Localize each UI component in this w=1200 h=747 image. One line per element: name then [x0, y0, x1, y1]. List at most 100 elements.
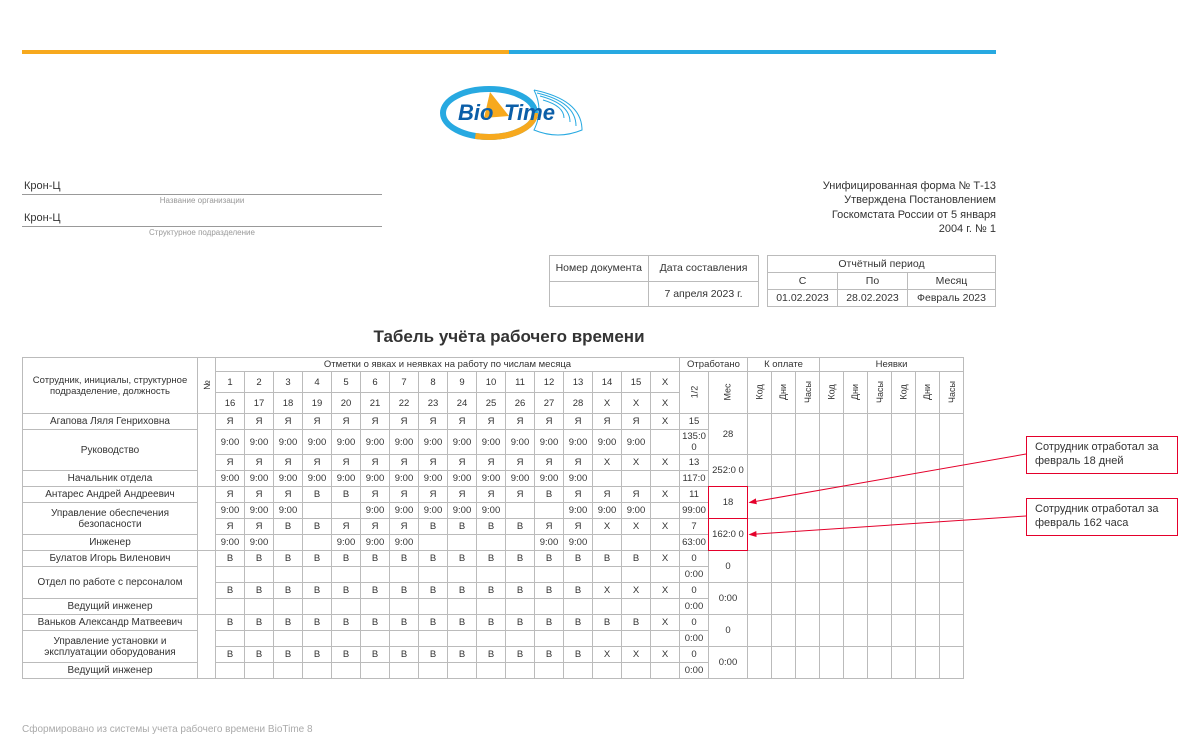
attendance-cell	[419, 663, 448, 679]
col-chasy: Часы	[868, 372, 892, 414]
attendance-cell	[564, 567, 593, 583]
attendance-cell	[274, 631, 303, 647]
attendance-cell	[216, 663, 245, 679]
attendance-cell: Я	[332, 455, 361, 471]
half-total: 117:0	[680, 471, 709, 487]
attendance-cell	[651, 631, 680, 647]
mes-hours: 252:0 0	[709, 455, 748, 487]
attendance-cell: В	[419, 519, 448, 535]
attendance-cell: 9:00	[564, 503, 593, 519]
attendance-cell: В	[216, 583, 245, 599]
col-half: 1/2	[680, 372, 709, 414]
day-header: 13	[564, 372, 593, 393]
attendance-cell: В	[535, 487, 564, 503]
biotime-logo: Bio Time	[424, 78, 594, 148]
blank-cell	[748, 551, 772, 583]
attendance-cell	[332, 631, 361, 647]
callout-days: Сотрудник отработал за февраль 18 дней	[1026, 436, 1178, 474]
day-header: 6	[361, 372, 390, 393]
attendance-cell: В	[419, 615, 448, 631]
attendance-cell	[477, 631, 506, 647]
attendance-cell: В	[390, 615, 419, 631]
blank-cell	[868, 414, 892, 455]
attendance-cell: В	[622, 615, 651, 631]
attendance-cell: X	[651, 583, 680, 599]
blank-cell	[748, 519, 772, 551]
attendance-cell	[593, 471, 622, 487]
day-header: 8	[419, 372, 448, 393]
attendance-cell: В	[303, 487, 332, 503]
attendance-cell: 9:00	[506, 471, 535, 487]
attendance-cell: 9:00	[216, 503, 245, 519]
attendance-cell	[477, 663, 506, 679]
attendance-cell: В	[245, 647, 274, 663]
attendance-cell: Я	[622, 487, 651, 503]
attendance-cell: Я	[274, 487, 303, 503]
attendance-cell	[448, 663, 477, 679]
attendance-cell	[477, 535, 506, 551]
attendance-cell: В	[535, 551, 564, 567]
half-total: 7	[680, 519, 709, 535]
attendance-cell: В	[245, 583, 274, 599]
attendance-cell: В	[332, 647, 361, 663]
attendance-cell: В	[274, 519, 303, 535]
attendance-cell: Я	[477, 414, 506, 430]
blank-cell	[892, 551, 916, 583]
attendance-cell	[651, 503, 680, 519]
attendance-cell: В	[332, 487, 361, 503]
attendance-cell: 9:00	[303, 471, 332, 487]
blank-cell	[748, 615, 772, 647]
attendance-cell: В	[216, 551, 245, 567]
attendance-cell	[564, 599, 593, 615]
attendance-cell: Я	[216, 487, 245, 503]
attendance-cell	[419, 631, 448, 647]
attendance-cell: В	[303, 519, 332, 535]
attendance-cell: В	[303, 615, 332, 631]
attendance-cell: В	[564, 615, 593, 631]
attendance-cell: В	[564, 551, 593, 567]
blank-cell	[844, 487, 868, 519]
attendance-cell	[477, 599, 506, 615]
day-header: 3	[274, 372, 303, 393]
blank-cell	[892, 647, 916, 679]
attendance-cell: X	[622, 519, 651, 535]
blank-cell	[772, 583, 796, 615]
col-chasy: Часы	[940, 372, 964, 414]
attendance-cell: Я	[448, 455, 477, 471]
attendance-cell: 9:00	[448, 430, 477, 455]
blank-cell	[868, 647, 892, 679]
attendance-cell: В	[448, 583, 477, 599]
half-total: 135:0 0	[680, 430, 709, 455]
table-row: Антарес Андрей АндреевичЯЯЯВВЯЯЯЯЯЯВЯЯЯX…	[23, 487, 964, 503]
attendance-cell	[651, 663, 680, 679]
attendance-cell: 9:00	[390, 535, 419, 551]
attendance-cell: Я	[390, 487, 419, 503]
dept-name-caption: Структурное подразделение	[22, 228, 382, 237]
blank-cell	[868, 487, 892, 519]
col-chasy: Часы	[796, 372, 820, 414]
attendance-cell	[506, 503, 535, 519]
attendance-cell	[651, 535, 680, 551]
blank-cell	[820, 551, 844, 583]
blank-cell	[844, 414, 868, 455]
attendance-cell: Я	[593, 487, 622, 503]
attendance-cell	[419, 567, 448, 583]
day-header: 17	[245, 393, 274, 414]
day-header: 22	[390, 393, 419, 414]
attendance-cell: В	[419, 583, 448, 599]
attendance-cell: Я	[419, 455, 448, 471]
table-row: Булатов Игорь ВиленовичВВВВВВВВВВВВВВВX0…	[23, 551, 964, 567]
employee-dept: Управление обеспечения безопасности	[23, 503, 198, 535]
col-kod: Код	[892, 372, 916, 414]
attendance-cell: В	[506, 647, 535, 663]
timesheet-table: Сотрудник, инициалы, структурное подразд…	[22, 357, 964, 679]
blank-cell	[940, 583, 964, 615]
blank-cell	[820, 414, 844, 455]
attendance-cell: Я	[390, 519, 419, 535]
attendance-cell	[303, 599, 332, 615]
attendance-cell: X	[593, 519, 622, 535]
half-total: 0	[680, 615, 709, 631]
attendance-cell	[535, 503, 564, 519]
blank-cell	[940, 455, 964, 487]
attendance-cell	[506, 535, 535, 551]
